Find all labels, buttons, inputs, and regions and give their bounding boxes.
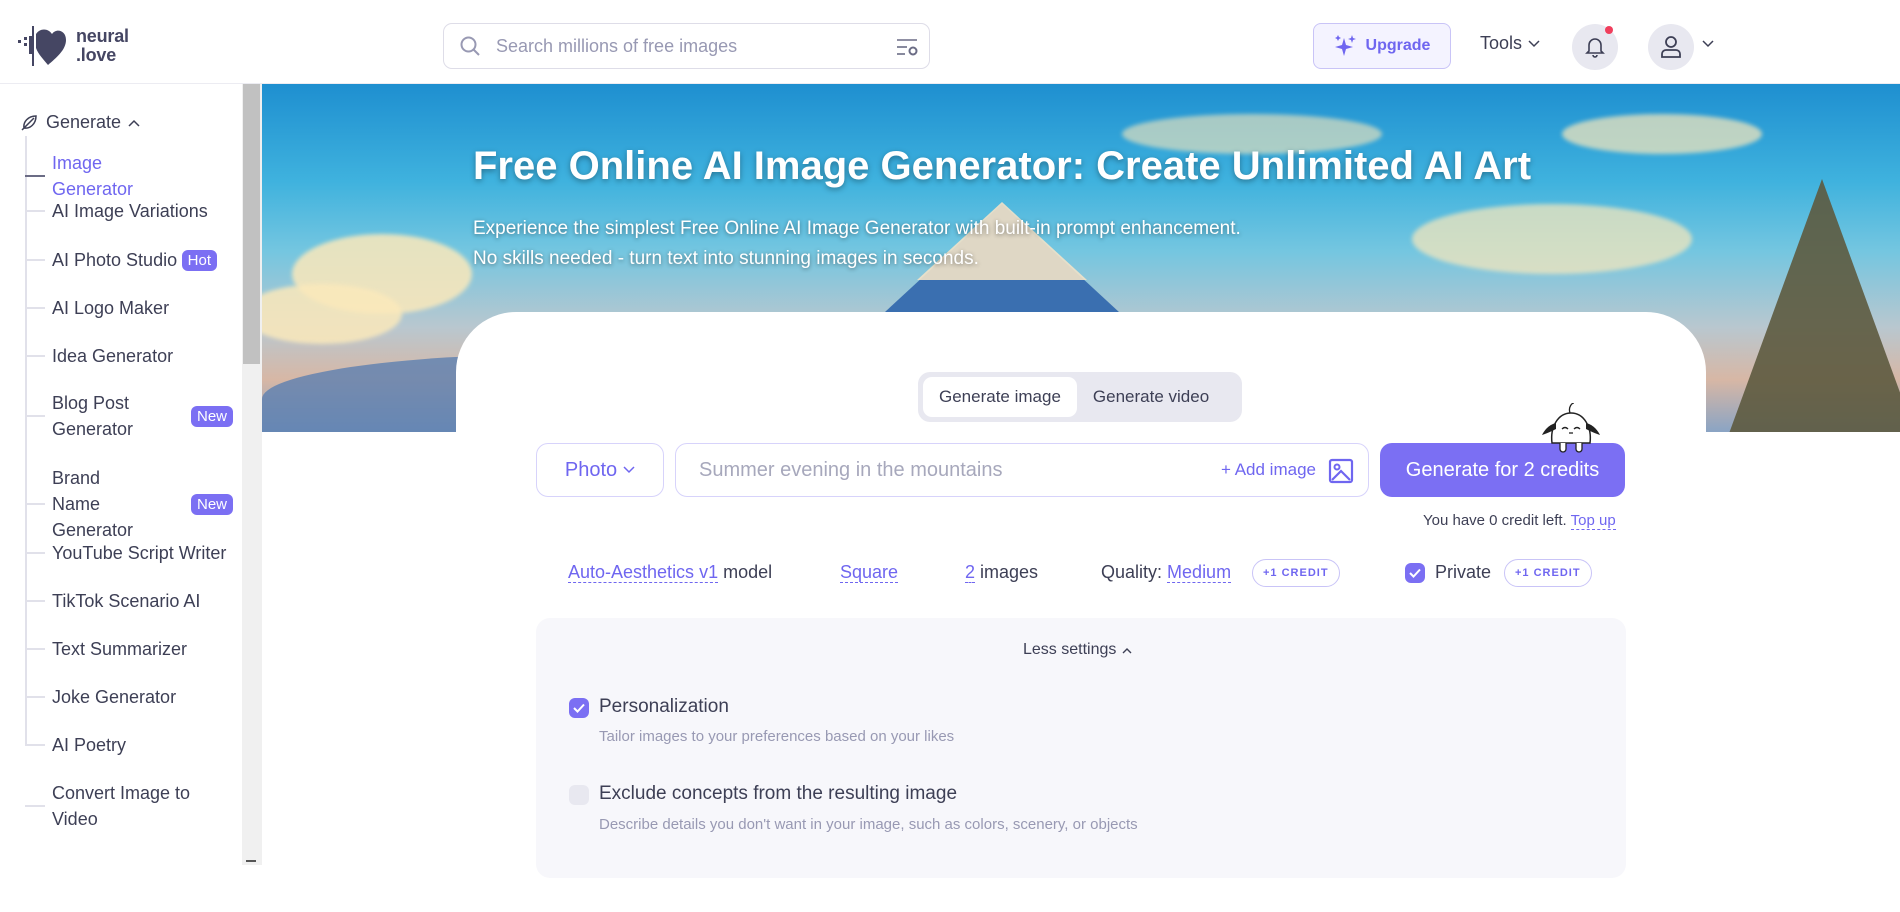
less-settings-toggle[interactable]: Less settings <box>1023 641 1132 659</box>
logo-text-line1: neural <box>76 26 129 46</box>
private-credit-badge: +1 CREDIT <box>1504 559 1592 587</box>
chevron-up-icon <box>1122 647 1132 653</box>
sidebar-item-tiktok-scenario-ai[interactable]: TikTok Scenario AI <box>25 588 235 614</box>
notifications-button[interactable] <box>1572 24 1618 70</box>
sparkles-icon <box>1334 35 1356 56</box>
tools-menu[interactable]: Tools <box>1480 33 1540 54</box>
aspect-option: Square <box>840 562 899 583</box>
checkmark-icon <box>573 703 585 713</box>
personalization-checkbox[interactable] <box>569 698 589 718</box>
user-avatar-button[interactable] <box>1648 24 1694 70</box>
private-checkbox[interactable] <box>1405 563 1425 583</box>
hero-subtitle: Experience the simplest Free Online AI I… <box>473 218 1241 269</box>
sidebar-item-youtube-script-writer[interactable]: YouTube Script Writer <box>25 540 235 566</box>
quality-credit-badge: +1 CREDIT <box>1252 559 1340 587</box>
aspect-select[interactable]: Square <box>840 562 899 583</box>
style-select[interactable]: Photo <box>536 443 664 497</box>
quality-select[interactable]: Medium <box>1167 562 1232 583</box>
top-up-link[interactable]: Top up <box>1570 512 1616 530</box>
notification-dot <box>1605 26 1613 34</box>
sidebar-item-text-summarizer[interactable]: Text Summarizer <box>25 636 235 662</box>
search-filter-settings-icon[interactable] <box>895 36 919 58</box>
sidebar-section-generate[interactable]: Generate <box>20 112 140 133</box>
cloud-decoration <box>1562 114 1762 154</box>
page-title: Free Online AI Image Generator: Create U… <box>473 144 1532 188</box>
tree-decoration <box>1727 179 1900 432</box>
upgrade-label: Upgrade <box>1365 37 1431 54</box>
tab-generate-video[interactable]: Generate video <box>1077 377 1225 417</box>
cloud-decoration <box>1412 204 1692 274</box>
sidebar-item-ai-image-variations[interactable]: AI Image Variations <box>25 198 235 224</box>
bell-icon <box>1585 38 1605 58</box>
sidebar-item-blog-post-generator[interactable]: Blog Post Generator New <box>25 390 235 442</box>
user-icon <box>1661 36 1681 58</box>
mode-toggle: Generate image Generate video <box>918 372 1242 422</box>
model-option: Auto-Aesthetics v1 model <box>568 562 773 583</box>
logo[interactable]: neural .love <box>18 24 129 68</box>
chevron-up-icon <box>128 119 140 127</box>
new-badge: New <box>190 493 233 515</box>
hot-badge: Hot <box>181 249 217 271</box>
quality-option: Quality: Medium <box>1101 562 1232 583</box>
search-placeholder: Search millions of free images <box>496 35 738 56</box>
add-image-link[interactable]: + Add image <box>1221 460 1316 480</box>
mascot-icon <box>1542 403 1600 453</box>
sidebar-item-convert-image-to-video[interactable]: Convert Image to Video <box>25 780 235 832</box>
personalization-description: Tailor images to your preferences based … <box>599 728 955 745</box>
search-input[interactable]: Search millions of free images <box>443 23 930 69</box>
credits-text: You have 0 credit left. <box>1423 512 1567 529</box>
model-select[interactable]: Auto-Aesthetics v1 <box>568 562 719 583</box>
count-option: 2 images <box>965 562 1039 583</box>
account-chevron-down-icon[interactable] <box>1702 40 1714 48</box>
exclude-concepts-title: Exclude concepts from the resulting imag… <box>599 783 958 804</box>
sidebar-item-ai-logo-maker[interactable]: AI Logo Maker <box>25 295 235 321</box>
sidebar-section-label: Generate <box>46 112 122 132</box>
credits-info: You have 0 credit left. Top up <box>1423 512 1616 530</box>
top-bar: neural .love Search millions of free ima… <box>0 0 1900 84</box>
exclude-concepts-checkbox[interactable] <box>569 785 589 805</box>
upgrade-button[interactable]: Upgrade <box>1313 23 1451 69</box>
new-badge: New <box>190 405 233 427</box>
sidebar-item-joke-generator[interactable]: Joke Generator <box>25 684 235 710</box>
search-icon <box>460 36 480 56</box>
sidebar-item-idea-generator[interactable]: Idea Generator <box>25 343 235 369</box>
tab-generate-image[interactable]: Generate image <box>923 377 1077 417</box>
feather-pen-icon <box>21 114 37 131</box>
checkmark-icon <box>1409 568 1421 578</box>
personalization-title: Personalization <box>599 696 729 717</box>
exclude-concepts-description: Describe details you don't want in your … <box>599 816 1138 833</box>
tools-label: Tools <box>1480 33 1523 53</box>
image-count-select[interactable]: 2 <box>965 562 976 583</box>
sidebar-item-brand-name-generator[interactable]: Brand Name Generator New <box>25 465 235 543</box>
chevron-down-icon <box>623 466 635 474</box>
scroll-down-arrow-icon[interactable] <box>246 860 256 862</box>
sidebar: Generate Image Generator AI Image Variat… <box>0 84 242 865</box>
cloud-decoration <box>262 284 402 344</box>
sidebar-item-image-generator[interactable]: Image Generator <box>25 150 235 202</box>
private-label: Private <box>1435 562 1492 582</box>
sidebar-item-ai-poetry[interactable]: AI Poetry <box>25 732 235 758</box>
chevron-down-icon <box>1528 39 1540 47</box>
sidebar-scrollbar-thumb[interactable] <box>243 84 260 364</box>
prompt-placeholder: Summer evening in the mountains <box>699 458 1003 481</box>
sidebar-item-ai-photo-studio[interactable]: AI Photo Studio Hot <box>25 247 235 273</box>
logo-text-line2: .love <box>76 45 117 65</box>
prompt-input[interactable]: Summer evening in the mountains + Add im… <box>675 443 1369 497</box>
style-select-value: Photo <box>564 458 618 481</box>
image-upload-icon[interactable] <box>1328 458 1354 484</box>
heart-logo-icon <box>18 26 66 66</box>
